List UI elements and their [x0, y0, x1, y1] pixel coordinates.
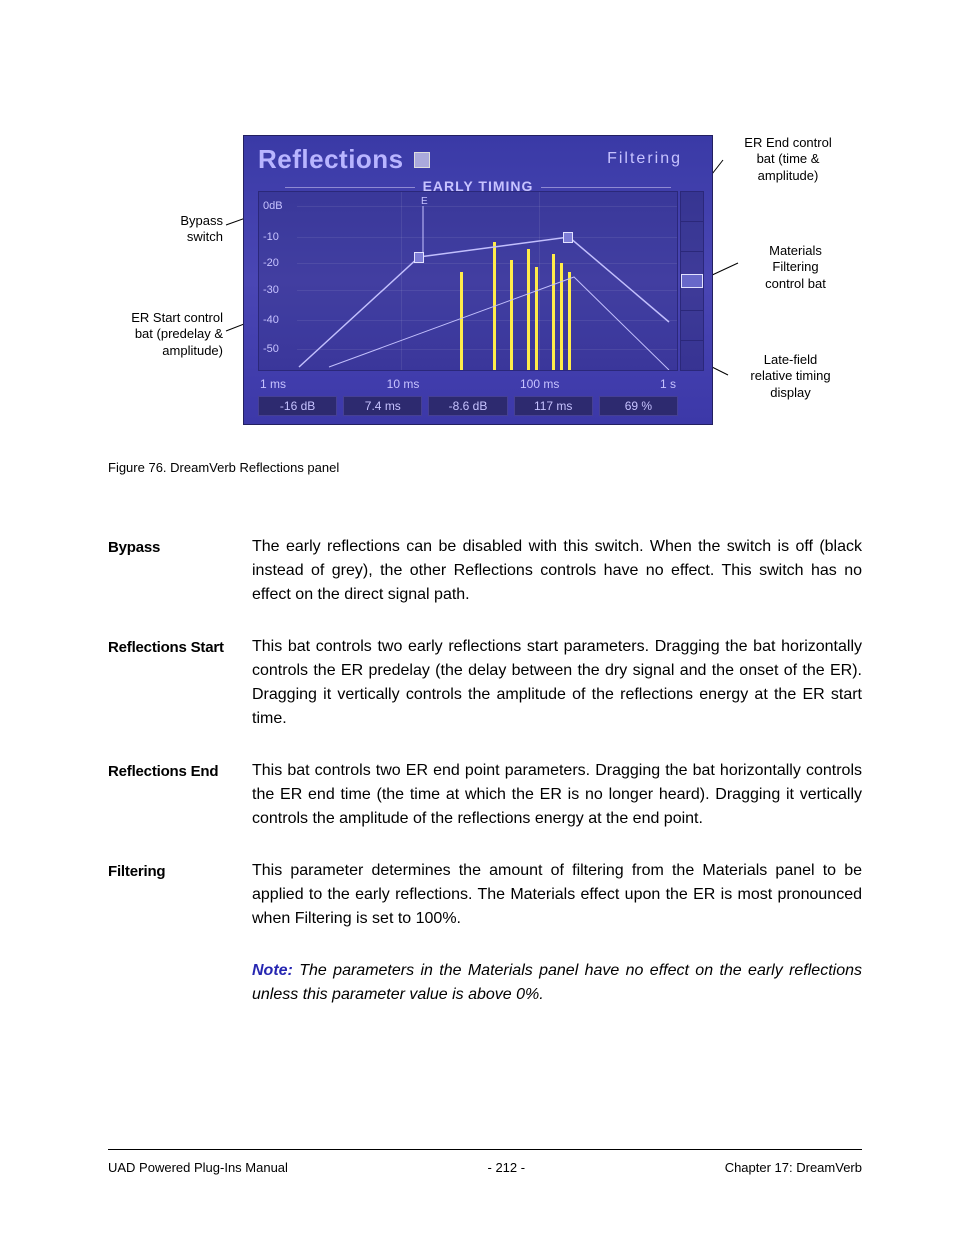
def-body: This bat controls two early reflections …: [252, 635, 862, 731]
readout[interactable]: -8.6 dB: [428, 396, 507, 416]
footer-right: Chapter 17: DreamVerb: [725, 1160, 862, 1175]
filtering-bat[interactable]: [681, 274, 703, 288]
annot-materials: Materials Filtering control bat: [738, 243, 853, 292]
bypass-switch[interactable]: [414, 152, 430, 168]
annot-er-end-text: ER End control bat (time & amplitude): [744, 135, 831, 183]
annot-bypass-text: Bypass switch: [180, 213, 223, 244]
filter-seg: [681, 310, 703, 340]
x-tick: 100 ms: [520, 377, 559, 391]
x-tick: 1 ms: [260, 377, 286, 391]
def-filtering: Filtering This parameter determines the …: [108, 859, 862, 931]
def-term: Reflections Start: [108, 635, 252, 660]
document-page: Bypass switch ER Start control bat (pred…: [0, 0, 954, 1235]
def-term: Reflections End: [108, 759, 252, 784]
er-end-bat[interactable]: [563, 232, 573, 243]
readout[interactable]: -16 dB: [258, 396, 337, 416]
footer-center: - 212 -: [488, 1160, 526, 1175]
def-term: Filtering: [108, 859, 252, 884]
x-tick: 1 s: [660, 377, 676, 391]
annot-late-field-text: Late-field relative timing display: [750, 352, 830, 400]
figure-caption: Figure 76. DreamVerb Reflections panel: [108, 460, 862, 475]
reflections-plot[interactable]: 0dB -10 -20 -30 -40 -50: [258, 191, 678, 371]
panel-title: Reflections: [258, 144, 404, 175]
reflections-diagram: Bypass switch ER Start control bat (pred…: [98, 135, 850, 435]
note-body: The parameters in the Materials panel ha…: [252, 962, 862, 1003]
def-term: Bypass: [108, 535, 252, 560]
def-body: This bat controls two ER end point param…: [252, 759, 862, 831]
filter-seg: [681, 221, 703, 251]
annot-er-start: ER Start control bat (predelay & amplitu…: [88, 310, 223, 359]
envelope-lines: E: [259, 192, 677, 370]
readout[interactable]: 7.4 ms: [343, 396, 422, 416]
reflections-panel: Reflections Filtering EARLY TIMING 0dB -…: [243, 135, 713, 425]
page-footer: UAD Powered Plug-Ins Manual - 212 - Chap…: [108, 1160, 862, 1175]
filter-seg: [681, 192, 703, 221]
annot-late-field: Late-field relative timing display: [728, 352, 853, 401]
filtering-label: Filtering: [607, 150, 682, 168]
def-reflections-start: Reflections Start This bat controls two …: [108, 635, 862, 731]
footer-rule: [108, 1149, 862, 1150]
x-tick: 10 ms: [387, 377, 420, 391]
note-body-wrap: Note: The parameters in the Materials pa…: [252, 959, 862, 1007]
annot-materials-text: Materials Filtering control bat: [765, 243, 826, 291]
def-note: Note: The parameters in the Materials pa…: [108, 959, 862, 1007]
annot-er-start-text: ER Start control bat (predelay & amplitu…: [131, 310, 223, 358]
definitions: Bypass The early reflections can be disa…: [108, 535, 862, 1007]
def-bypass: Bypass The early reflections can be disa…: [108, 535, 862, 607]
readout[interactable]: 117 ms: [514, 396, 593, 416]
footer-left: UAD Powered Plug-Ins Manual: [108, 1160, 288, 1175]
er-start-bat[interactable]: [414, 252, 424, 263]
filtering-slider-track[interactable]: [680, 191, 704, 371]
e-marker: E: [421, 196, 428, 207]
annot-bypass: Bypass switch: [113, 213, 223, 246]
def-body: The early reflections can be disabled wi…: [252, 535, 862, 607]
readout[interactable]: 69 %: [599, 396, 678, 416]
note-label: Note:: [252, 962, 293, 979]
def-reflections-end: Reflections End This bat controls two ER…: [108, 759, 862, 831]
annot-er-end: ER End control bat (time & amplitude): [723, 135, 853, 184]
readouts-row: -16 dB 7.4 ms -8.6 dB 117 ms 69 %: [258, 396, 678, 416]
x-axis: 1 ms 10 ms 100 ms 1 s: [258, 377, 678, 391]
def-term-empty: [108, 959, 252, 961]
filter-seg: [681, 340, 703, 370]
def-body: This parameter determines the amount of …: [252, 859, 862, 931]
